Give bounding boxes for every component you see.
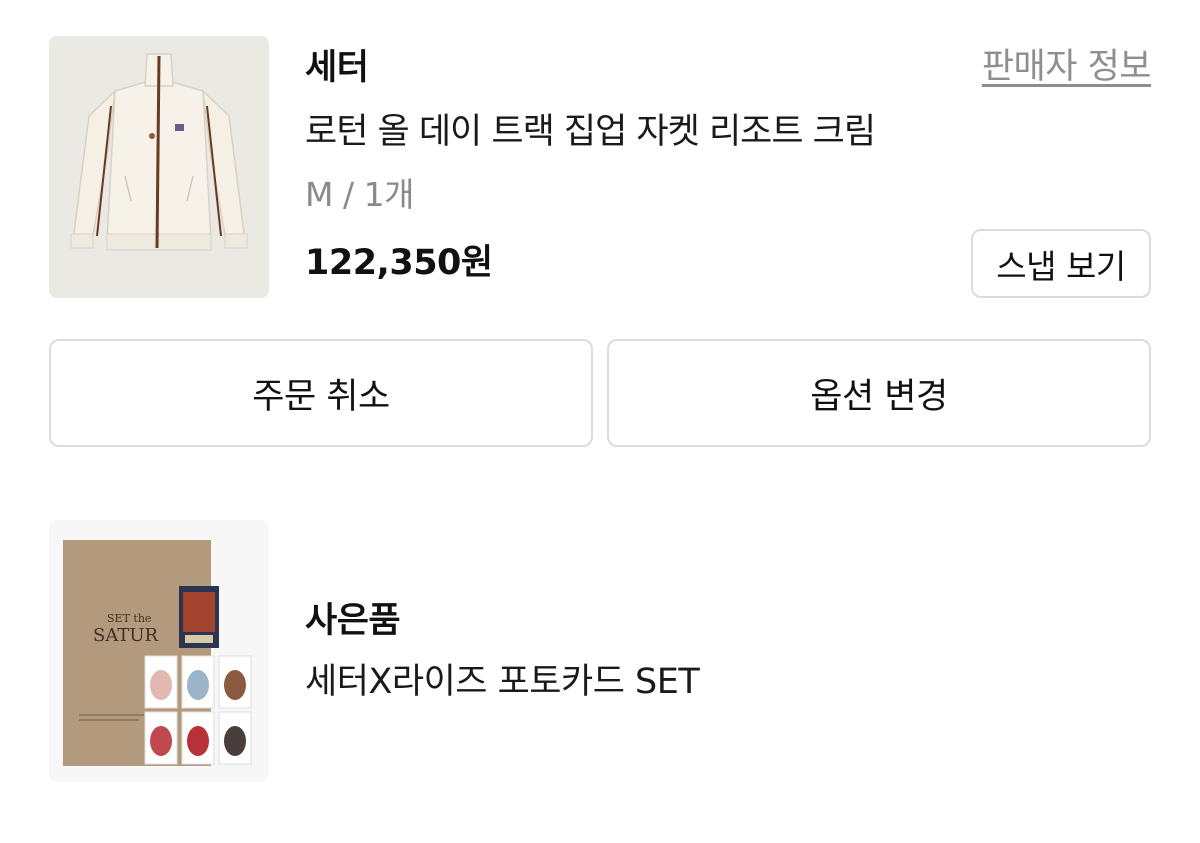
product-item: 세터 판매자 정보 로턴 올 데이 트랙 집업 자켓 리조트 크림 M / 1개… <box>49 36 1152 298</box>
seller-info-link[interactable]: 판매자 정보 <box>982 47 1152 87</box>
jacket-icon <box>49 36 269 298</box>
gift-name: 세터X라이즈 포토카드 SET <box>305 662 700 702</box>
cancel-order-button[interactable]: 주문 취소 <box>49 339 593 447</box>
book-title: SATUR <box>93 625 159 646</box>
gift-image[interactable]: SET the SATUR <box>49 520 269 782</box>
gift-item: SET the SATUR 사은품 세터X라이즈 포토카드 SET <box>49 520 1151 782</box>
change-option-button[interactable]: 옵션 변경 <box>607 339 1151 447</box>
product-image[interactable] <box>49 36 269 298</box>
book-subtitle: SET the <box>107 612 151 625</box>
snap-view-button[interactable]: 스냅 보기 <box>971 229 1151 298</box>
product-option: M / 1개 <box>305 175 414 214</box>
product-price: 122,350원 <box>305 243 493 283</box>
product-name[interactable]: 로턴 올 데이 트랙 집업 자켓 리조트 크림 <box>305 111 876 153</box>
brand-name[interactable]: 세터 <box>305 48 369 88</box>
gift-label: 사은품 <box>305 601 401 641</box>
photocard-set-icon: SET the SATUR <box>49 520 269 782</box>
